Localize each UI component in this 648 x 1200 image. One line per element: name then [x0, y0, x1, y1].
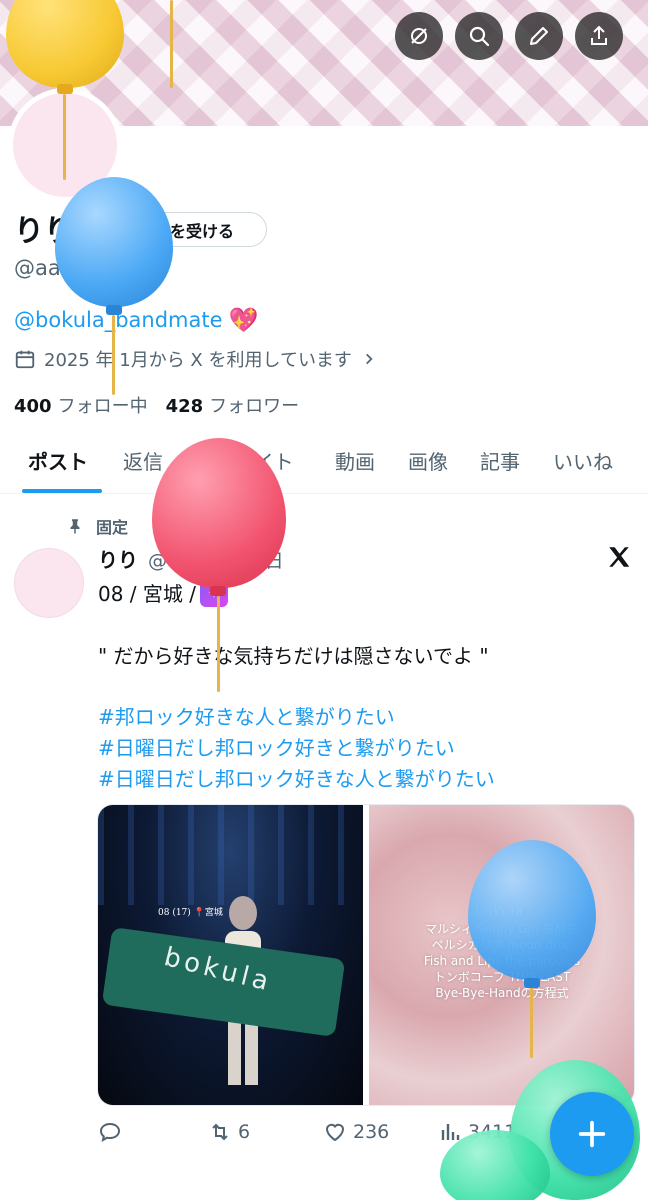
compose-post-button[interactable] [550, 1092, 634, 1176]
reply-button[interactable] [98, 1120, 128, 1144]
back-button[interactable] [24, 12, 72, 60]
post-location-text: 08 / 宮城 / [98, 582, 196, 606]
post-photo-concert[interactable]: 08 (17) 📍宮城 bokula [98, 805, 363, 1105]
arrow-left-icon [40, 28, 56, 44]
followers-label: フォロワー [209, 396, 300, 417]
following-label: フォロー中 [57, 396, 148, 417]
repost-icon [212, 1123, 228, 1141]
tab-images[interactable]: 画像 [408, 446, 448, 475]
post-author-avatar[interactable] [14, 548, 84, 618]
post-header: りり @aak_on · 5日 [98, 544, 284, 573]
post-author-name[interactable]: りり [98, 544, 138, 573]
profile-bio: @bokula_bandmate 💖 [14, 306, 258, 334]
post-author-meta: @aak_on · 5日 [148, 550, 284, 572]
calendar-icon [15, 350, 35, 369]
share-button[interactable] [575, 12, 623, 60]
pinned-label: 固定 [96, 518, 129, 537]
hashtag-link[interactable]: #日曜日だし邦ロック好きと繋がりたい [98, 733, 495, 764]
setlist-line: マルシィ Sunny Girl 良問答 [425, 922, 579, 936]
sparkling-heart-emoji: 💖 [228, 306, 259, 334]
follow-stats: 400 フォロー中 428 フォロワー [14, 392, 299, 418]
search-icon [469, 26, 490, 47]
plus-icon [578, 1120, 606, 1148]
views-count: 3411 [468, 1121, 517, 1143]
tab-replies[interactable]: 返信 [123, 446, 163, 475]
edit-button[interactable] [515, 12, 563, 60]
bio-mention-link[interactable]: @bokula_bandmate [14, 308, 223, 332]
balloon-string [170, 0, 173, 88]
reply-icon [99, 1122, 121, 1142]
setlist-title: bokula. [474, 905, 530, 920]
profile-name: りり [14, 214, 74, 249]
repost-count: 6 [238, 1121, 251, 1143]
hashtag-link[interactable]: #日曜日だし邦ロック好きな人と繋がりたい [98, 764, 495, 795]
search-button[interactable] [455, 12, 503, 60]
tab-articles[interactable]: 記事 [480, 446, 520, 475]
profile-tabs: ポスト 返信 ハイライト 動画 画像 記事 いいね [0, 432, 648, 494]
get-verified-label: 認証を受ける [138, 221, 235, 241]
mute-icon [411, 28, 427, 44]
following-count: 400 [14, 396, 52, 417]
profile-avatar[interactable] [8, 88, 122, 202]
mute-button[interactable] [395, 12, 443, 60]
pin-icon [70, 519, 80, 534]
tab-likes[interactable]: いいね [553, 446, 613, 475]
pencil-icon [530, 27, 548, 45]
post-photo-setlist[interactable]: bokula. マルシィ Sunny Girl 良問答 ペルシカリア moon … [369, 805, 634, 1105]
setlist-line: Bye-Bye-Handの方程式 [435, 986, 569, 1000]
post-actions: 6 236 3411 [98, 1120, 538, 1150]
views-button[interactable]: 3411 [438, 1120, 516, 1144]
tab-posts[interactable]: ポスト [28, 446, 88, 475]
chevron-right-icon [365, 353, 373, 365]
followers-link[interactable]: 428 フォロワー [166, 392, 300, 418]
like-button[interactable]: 236 [323, 1120, 389, 1144]
joined-date[interactable]: 2025 年 1月から X を利用しています [14, 346, 384, 372]
heart-icon [325, 1123, 345, 1142]
views-icon [441, 1124, 460, 1140]
x-logo-icon[interactable] [606, 544, 632, 570]
post-media-grid: 08 (17) 📍宮城 bokula bokula. マルシィ Sunny Gi… [97, 804, 635, 1106]
like-count: 236 [353, 1121, 390, 1143]
tab-highlights[interactable]: ハイライト [194, 446, 294, 475]
repost-button[interactable]: 6 [208, 1120, 250, 1144]
stage-lights [98, 805, 363, 905]
verified-badge-icon [112, 221, 128, 238]
post-text-line1: 08 / 宮城 / ✦ [98, 578, 228, 607]
share-icon [591, 25, 607, 45]
joined-text: 2025 年 1月から X を利用しています [44, 350, 352, 371]
get-verified-button[interactable]: 認証を受ける [91, 212, 267, 247]
hashtag-link[interactable]: #邦ロック好きな人と繋がりたい [98, 702, 495, 733]
pinned-indicator: 固定 [66, 514, 128, 538]
post-hashtags: #邦ロック好きな人と繋がりたい #日曜日だし邦ロック好きと繋がりたい #日曜日だ… [98, 702, 495, 795]
sparkle-emoji-icon: ✦ [200, 578, 228, 607]
setlist-text: bokula. マルシィ Sunny Girl 良問答 ペルシカリア moon … [377, 905, 627, 1001]
setlist-line: ペルシカリア moon drop [431, 938, 573, 952]
post-quote-text: " だから好きな気持ちだけは隠さないでよ " [98, 644, 489, 668]
setlist-line: Fish and Lips the parodies [423, 954, 581, 968]
active-tab-indicator [22, 489, 102, 493]
setlist-line: トンボコープ THIS LAST [433, 970, 571, 984]
followers-count: 428 [165, 396, 204, 417]
following-link[interactable]: 400 フォロー中 [14, 392, 148, 418]
profile-handle: @aak_on [14, 256, 110, 280]
tab-videos[interactable]: 動画 [335, 446, 375, 475]
